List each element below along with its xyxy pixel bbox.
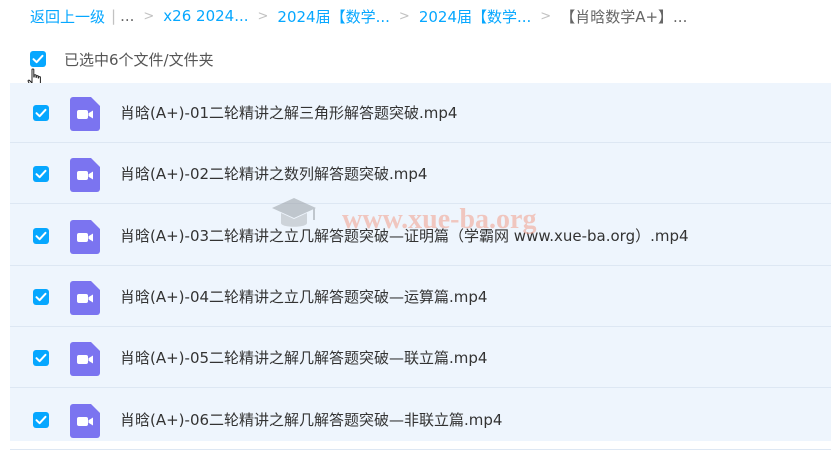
- breadcrumb-divider: |: [111, 7, 117, 25]
- video-file-icon: [70, 97, 100, 131]
- file-name[interactable]: 肖晗(A+)-05二轮精讲之解几解答题突破—联立篇.mp4: [120, 328, 487, 388]
- file-row[interactable]: 肖晗(A+)-03二轮精讲之立几解答题突破—证明篇（学霸网 www.xue-ba…: [10, 206, 831, 266]
- file-checkbox[interactable]: [33, 350, 49, 366]
- file-row[interactable]: 肖晗(A+)-01二轮精讲之解三角形解答题突破.mp4: [10, 83, 831, 143]
- checkmark-icon: [35, 169, 47, 179]
- checkmark-icon: [35, 353, 47, 363]
- file-name[interactable]: 肖晗(A+)-04二轮精讲之立几解答题突破—运算篇.mp4: [120, 267, 487, 327]
- checkmark-icon: [35, 415, 47, 425]
- chevron-right-icon: >: [143, 8, 155, 24]
- back-link[interactable]: 返回上一级: [30, 6, 105, 27]
- checkmark-icon: [35, 108, 47, 118]
- video-file-icon: [70, 404, 100, 438]
- select-all-checkbox[interactable]: [30, 51, 46, 67]
- file-row[interactable]: 肖晗(A+)-04二轮精讲之立几解答题突破—运算篇.mp4: [10, 267, 831, 327]
- file-name[interactable]: 肖晗(A+)-02二轮精讲之数列解答题突破.mp4: [120, 144, 427, 204]
- file-checkbox[interactable]: [33, 105, 49, 121]
- breadcrumb: 返回上一级 | ... > x26 2024... > 2024届【数学... …: [30, 5, 687, 27]
- checkmark-icon: [32, 54, 44, 64]
- breadcrumb-item-1[interactable]: x26 2024...: [163, 7, 248, 25]
- file-name[interactable]: 肖晗(A+)-01二轮精讲之解三角形解答题突破.mp4: [120, 83, 457, 143]
- file-checkbox[interactable]: [33, 412, 49, 428]
- file-checkbox[interactable]: [33, 228, 49, 244]
- video-file-icon: [70, 342, 100, 376]
- file-name[interactable]: 肖晗(A+)-06二轮精讲之解几解答题突破—非联立篇.mp4: [120, 390, 502, 450]
- file-row[interactable]: 肖晗(A+)-06二轮精讲之解几解答题突破—非联立篇.mp4: [10, 390, 831, 450]
- file-name[interactable]: 肖晗(A+)-03二轮精讲之立几解答题突破—证明篇（学霸网 www.xue-ba…: [120, 206, 689, 266]
- selection-bar: 已选中6个文件/文件夹: [30, 47, 214, 71]
- file-checkbox[interactable]: [33, 166, 49, 182]
- file-row[interactable]: 肖晗(A+)-02二轮精讲之数列解答题突破.mp4: [10, 144, 831, 204]
- checkmark-icon: [35, 231, 47, 241]
- selection-count-label: 已选中6个文件/文件夹: [64, 50, 214, 69]
- file-list: 肖晗(A+)-01二轮精讲之解三角形解答题突破.mp4 肖晗(A+)-02二轮精…: [10, 83, 831, 450]
- breadcrumb-current: 【肖晗数学A+】...: [560, 7, 688, 26]
- chevron-right-icon: >: [257, 8, 269, 24]
- breadcrumb-root[interactable]: ...: [120, 7, 134, 25]
- breadcrumb-item-2[interactable]: 2024届【数学...: [277, 6, 389, 27]
- chevron-right-icon: >: [540, 8, 552, 24]
- chevron-right-icon: >: [398, 8, 410, 24]
- breadcrumb-item-3[interactable]: 2024届【数学...: [419, 6, 531, 27]
- file-checkbox[interactable]: [33, 289, 49, 305]
- video-file-icon: [70, 220, 100, 254]
- file-row[interactable]: 肖晗(A+)-05二轮精讲之解几解答题突破—联立篇.mp4: [10, 328, 831, 388]
- video-file-icon: [70, 281, 100, 315]
- checkmark-icon: [35, 292, 47, 302]
- video-file-icon: [70, 158, 100, 192]
